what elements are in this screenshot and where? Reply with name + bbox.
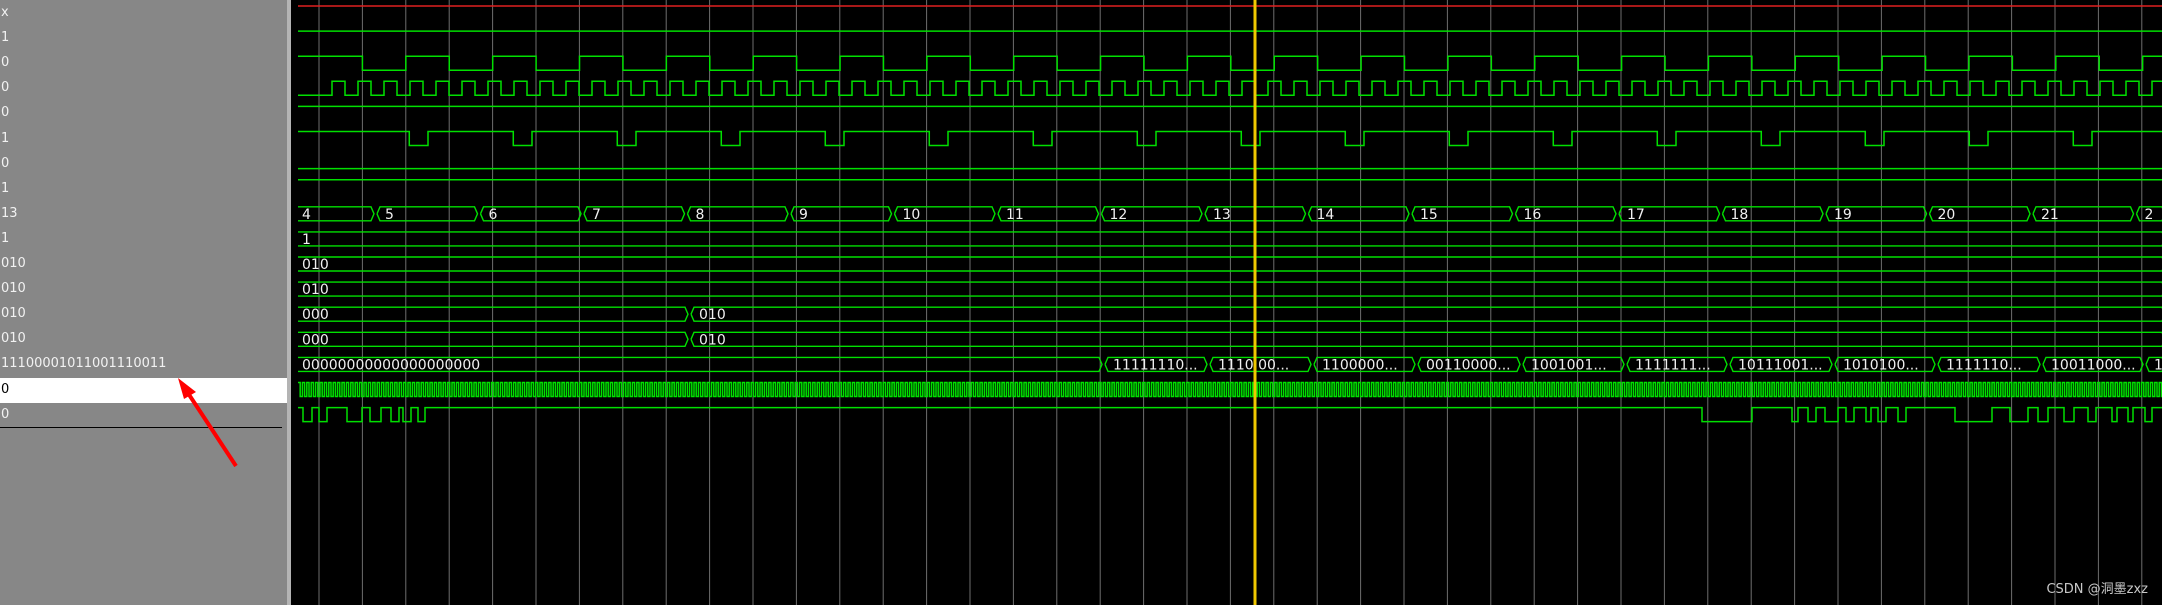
counter-bus-label: 6 [489,207,498,223]
counter-bus-label: 5 [385,207,394,223]
counter-bus-label: 4 [302,207,311,223]
counter-bus-label: 18 [1731,207,1749,223]
counter-bus-label: 7 [592,207,601,223]
counter-bus-label: 12 [1110,207,1128,223]
counter-bus-label: 15 [1420,207,1438,223]
bus-row-14-label: 1111110... [1946,357,2022,373]
bus-row-14-label: 1001001... [1531,357,1607,373]
counter-bus-label: 11 [1006,207,1024,223]
bus-row-14-label: 10111001... [1738,357,1823,373]
bus-row-14-label: 10011000... [2051,357,2136,373]
counter-bus-label: 8 [696,207,705,223]
counter-bus-label: 17 [1627,207,1645,223]
bus-row-14-label: 1 [2154,357,2162,373]
annotation-arrow [178,378,238,468]
bus-row-13-label: 000 [302,332,329,348]
bus-row-14-label: 1010100... [1843,357,1919,373]
counter-bus-label: 2 [2145,207,2154,223]
bus-row-12-label: 010 [699,307,726,323]
counter-bus-label: 21 [2041,207,2059,223]
counter-bus-label: 13 [1213,207,1231,223]
bus-row-12-label: 000 [302,307,329,323]
bus-row-14-label: 1111111... [1635,357,1711,373]
counter-bus-label: 19 [1834,207,1852,223]
counter-bus-label: 20 [1938,207,1956,223]
bus-row-14-label: 00000000000000000000 [302,357,480,373]
waveform-canvas[interactable]: 4 5 6 7 8 9 10 11 12 13 14 15 16 17 18 19 20 21 2101001000… [291,0,2162,605]
arrow-head [178,378,196,399]
bus-row-9-label: 1 [302,232,311,248]
counter-bus-label: 14 [1317,207,1335,223]
bus-row-11-label: 010 [302,282,329,298]
bus-row-10-label: 010 [302,257,329,273]
counter-bus-label: 16 [1524,207,1542,223]
bus-row-14-label: 11111110... [1113,357,1198,373]
bus-row-13-segment [690,331,2162,347]
arrow-shaft [182,385,238,468]
counter-bus-label: 10 [903,207,921,223]
bus-row-14-label: 00110000... [1426,357,1511,373]
bus-row-12-segment [690,306,2162,322]
counter-bus-label: 9 [799,207,808,223]
watermark: CSDN @洞墨zxz [2046,582,2148,597]
bus-row-13-label: 010 [699,332,726,348]
bus-row-14-label: 1100000... [1322,357,1398,373]
